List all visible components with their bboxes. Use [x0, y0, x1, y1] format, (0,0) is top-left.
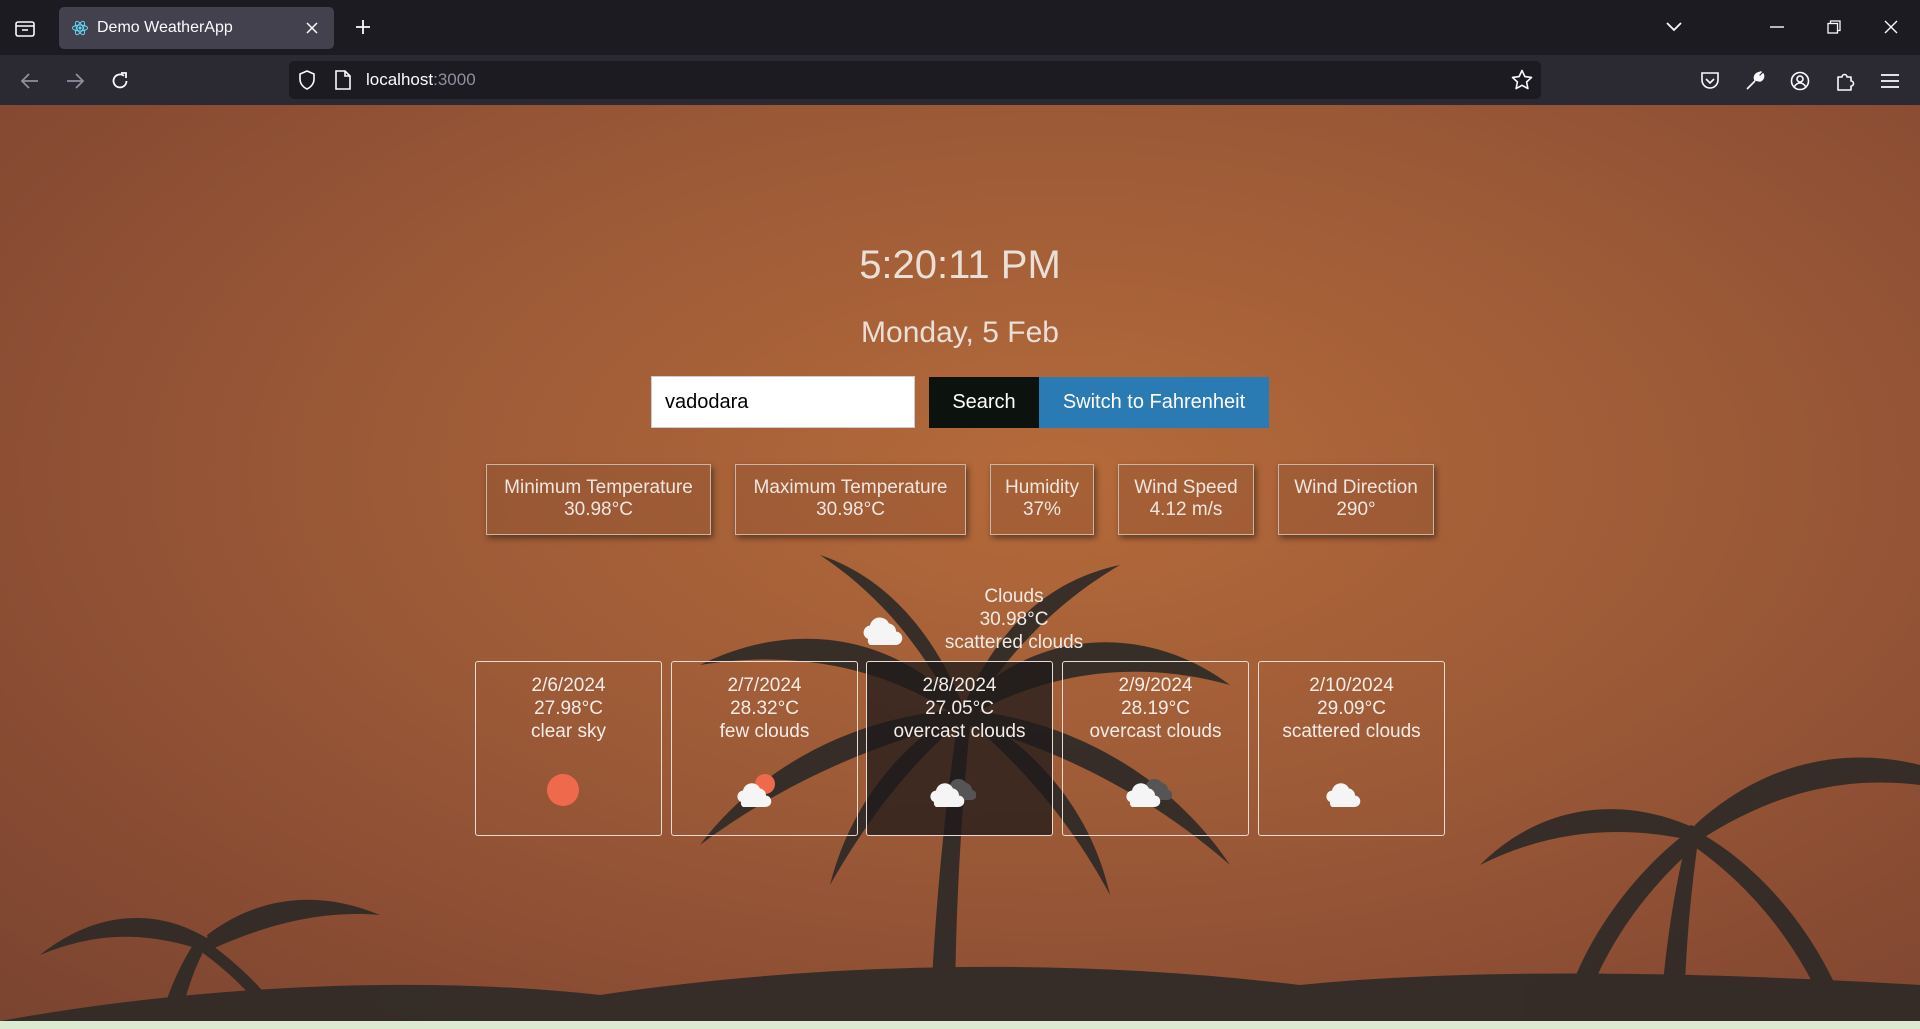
menu-icon[interactable] — [1876, 67, 1904, 95]
reload-icon[interactable] — [105, 66, 135, 96]
forward-arrow-icon[interactable] — [60, 66, 90, 96]
forecast-date: 2/9/2024 — [1118, 675, 1193, 696]
forecast-temp: 28.19°C — [1121, 698, 1190, 719]
stat-value: 37% — [1022, 499, 1062, 520]
shield-icon[interactable] — [298, 70, 316, 95]
pocket-icon[interactable] — [1696, 67, 1724, 95]
forecast-description: overcast clouds — [893, 721, 1026, 742]
forecast-temp: 28.32°C — [730, 698, 799, 719]
current-time: 5:20:11 PM — [859, 243, 1061, 287]
stat-wind-direction: Wind Direction 290° — [1278, 464, 1434, 535]
stat-humidity: Humidity 37% — [990, 464, 1094, 535]
react-icon — [72, 20, 88, 36]
forecast-card: 2/8/2024 27.05°C overcast clouds — [866, 661, 1053, 836]
sun-icon — [546, 774, 579, 806]
stat-value: 30.98°C — [564, 499, 633, 520]
forecast-card: 2/6/2024 27.98°C clear sky — [475, 661, 662, 836]
tab-title: Demo WeatherApp — [97, 19, 233, 36]
forecast-card: 2/7/2024 28.32°C few clouds — [671, 661, 858, 836]
forecast-temp: 27.05°C — [925, 698, 994, 719]
stat-label: Wind Direction — [1294, 477, 1418, 498]
overcast-cloud-icon — [929, 779, 976, 808]
stat-label: Humidity — [1005, 477, 1079, 498]
page-info-icon[interactable] — [335, 70, 351, 95]
forecast-date: 2/6/2024 — [531, 675, 606, 696]
tab-bar: Demo WeatherApp — [0, 0, 1920, 55]
forecast-card: 2/9/2024 28.19°C overcast clouds — [1062, 661, 1249, 836]
tab-overview-icon[interactable] — [12, 16, 38, 40]
address-bar[interactable]: localhost:3000 — [289, 61, 1541, 99]
url-text: localhost:3000 — [366, 70, 476, 90]
url-port: :3000 — [433, 70, 476, 89]
wrench-icon[interactable] — [1741, 67, 1769, 95]
stat-value: 290° — [1336, 499, 1376, 520]
minimize-icon[interactable] — [1760, 12, 1794, 42]
forecast-date: 2/10/2024 — [1309, 675, 1394, 696]
current-temp: 30.98°C — [979, 609, 1049, 630]
account-icon[interactable] — [1786, 67, 1814, 95]
restore-icon[interactable] — [1817, 12, 1851, 42]
stat-label: Maximum Temperature — [753, 477, 948, 498]
weather-app-page: 5:20:11 PM Monday, 5 Feb Search Switch t… — [0, 105, 1920, 1021]
current-main: Clouds — [984, 586, 1044, 607]
new-tab-icon[interactable] — [350, 14, 376, 40]
current-date: Monday, 5 Feb — [861, 316, 1059, 349]
current-weather-text: Clouds 30.98°C scattered clouds — [924, 585, 1104, 654]
navigation-toolbar: localhost:3000 — [0, 55, 1920, 105]
search-button[interactable]: Search — [929, 377, 1039, 428]
overcast-cloud-icon — [1125, 779, 1172, 808]
stat-wind-speed: Wind Speed 4.12 m/s — [1118, 464, 1254, 535]
close-window-icon[interactable] — [1874, 12, 1908, 42]
cloud-icon — [863, 617, 903, 646]
stat-label: Wind Speed — [1134, 477, 1238, 498]
switch-to-fahrenheit-button[interactable]: Switch to Fahrenheit — [1039, 377, 1269, 428]
forecast-card: 2/10/2024 29.09°C scattered clouds — [1258, 661, 1445, 836]
forecast-date: 2/7/2024 — [727, 675, 802, 696]
browser-tab-active[interactable]: Demo WeatherApp — [59, 7, 334, 49]
stat-value: 4.12 m/s — [1149, 499, 1223, 520]
stat-label: Minimum Temperature — [504, 477, 693, 498]
forecast-description: scattered clouds — [1282, 721, 1421, 742]
forecast-description: overcast clouds — [1089, 721, 1222, 742]
cloud-icon — [1325, 783, 1360, 808]
city-search-input[interactable] — [651, 376, 915, 428]
extensions-icon[interactable] — [1831, 67, 1859, 95]
forecast-description: few clouds — [719, 721, 810, 742]
current-description: scattered clouds — [944, 632, 1084, 653]
forecast-temp: 27.98°C — [534, 698, 603, 719]
cloud-sun-icon — [736, 774, 775, 808]
stat-value: 30.98°C — [816, 499, 885, 520]
bookmark-star-icon[interactable] — [1511, 69, 1533, 96]
forecast-date: 2/8/2024 — [922, 675, 997, 696]
back-arrow-icon[interactable] — [15, 66, 45, 96]
forecast-temp: 29.09°C — [1317, 698, 1386, 719]
page-bottom-edge — [0, 1021, 1920, 1029]
stat-max-temperature: Maximum Temperature 30.98°C — [735, 464, 966, 535]
stat-min-temperature: Minimum Temperature 30.98°C — [486, 464, 711, 535]
list-all-tabs-icon[interactable] — [1657, 12, 1691, 42]
tab-close-icon[interactable] — [302, 18, 322, 38]
forecast-description: clear sky — [531, 721, 606, 742]
url-host: localhost — [366, 70, 434, 89]
